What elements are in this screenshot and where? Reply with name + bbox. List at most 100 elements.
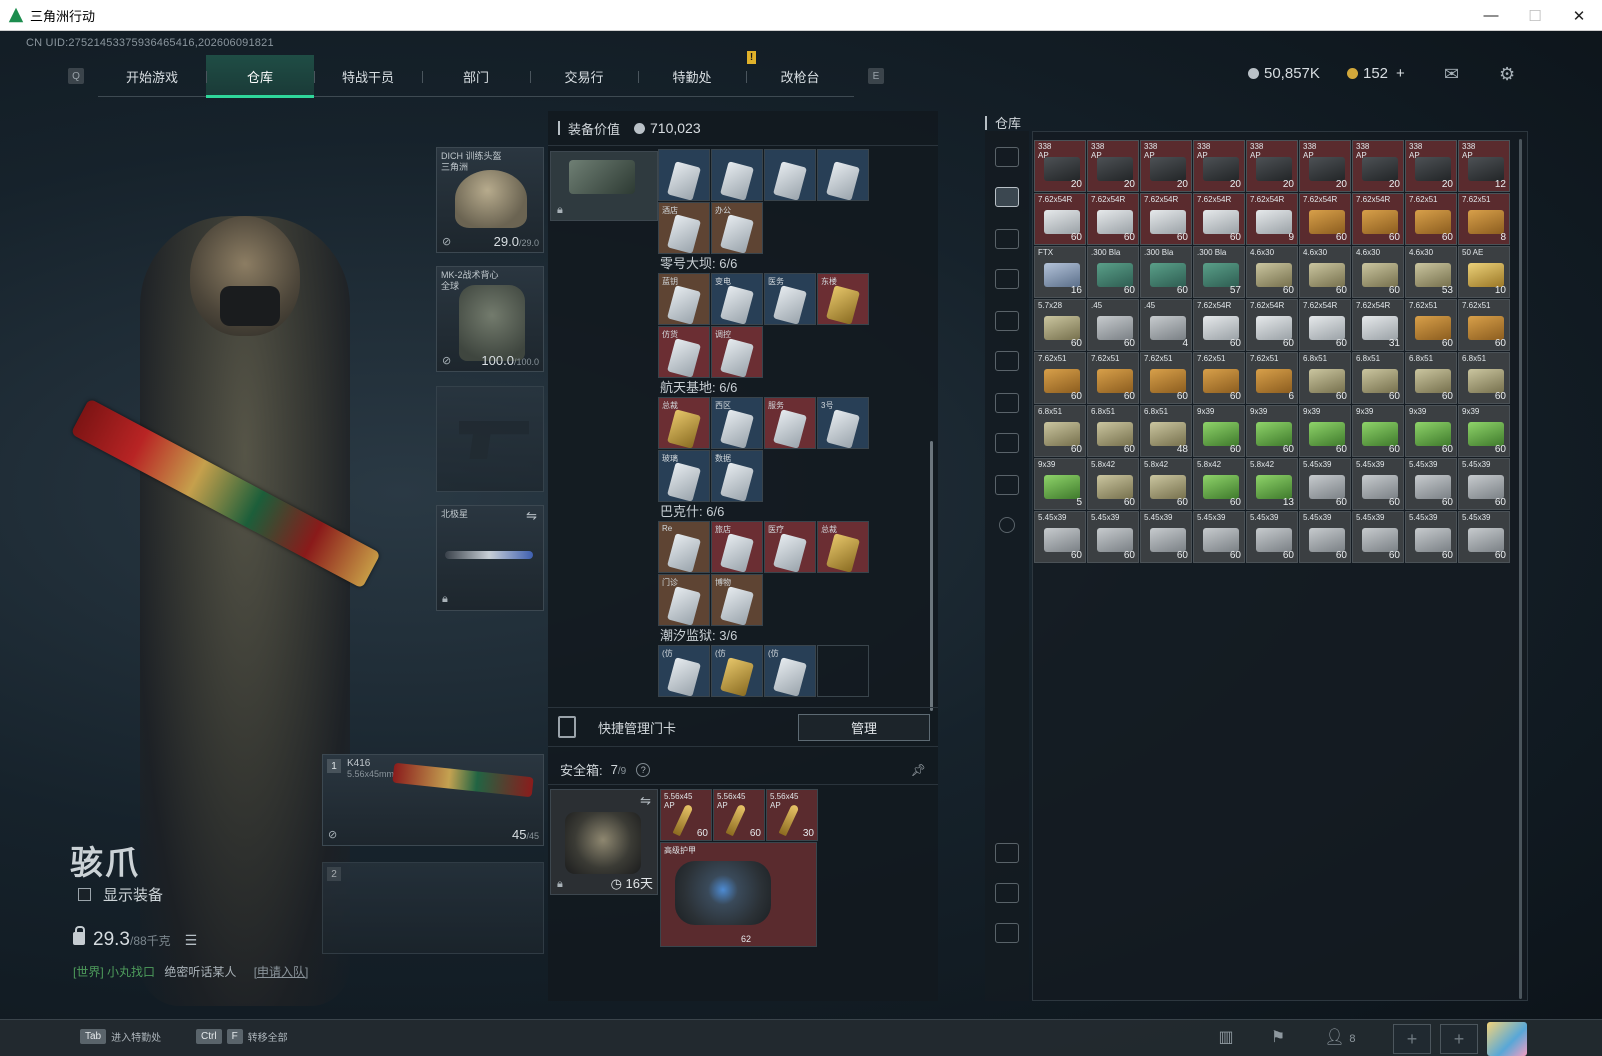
warehouse-item[interactable]: 6.8x51 60 [1405, 352, 1457, 404]
keycard-item[interactable]: 蓝钥 [658, 273, 710, 325]
minimize-button[interactable]: — [1468, 0, 1514, 31]
warehouse-item[interactable]: 6.8x51 60 [1299, 352, 1351, 404]
friends-icon[interactable]: 👤︎ 8 [1318, 1027, 1362, 1049]
tab-operators[interactable]: 特战干员 [314, 55, 422, 97]
layers-icon[interactable] [995, 883, 1019, 903]
warehouse-item[interactable]: 5.45x39 60 [1087, 511, 1139, 563]
warehouse-item[interactable]: 5.45x39 60 [1246, 511, 1298, 563]
warehouse-item[interactable]: 6.8x51 48 [1140, 405, 1192, 457]
warehouse-item[interactable]: 7.62x54R 31 [1352, 299, 1404, 351]
warehouse-item[interactable]: 9x39 60 [1193, 405, 1245, 457]
warehouse-item[interactable]: 7.62x51 60 [1140, 352, 1192, 404]
warehouse-item[interactable]: 5.45x39 60 [1034, 511, 1086, 563]
warehouse-item[interactable]: 4.6x30 60 [1299, 246, 1351, 298]
swap-icon[interactable]: ⇋ [640, 793, 651, 809]
mail-icon[interactable]: ✉ [1444, 64, 1459, 85]
keycard-item[interactable]: 3号 [817, 397, 869, 449]
keycard-item[interactable]: 西区 [711, 397, 763, 449]
keycard-item[interactable] [764, 149, 816, 201]
stats-chart-icon[interactable]: ▥ [1214, 1027, 1238, 1049]
category-iv-icon[interactable] [995, 269, 1019, 289]
warehouse-item[interactable]: 7.62x54R 60 [1299, 299, 1351, 351]
keycard-item[interactable]: (仿 [711, 645, 763, 697]
warehouse-item[interactable]: 5.8x42 60 [1087, 458, 1139, 510]
warehouse-item[interactable]: 5.45x39 60 [1140, 511, 1192, 563]
warehouse-item[interactable]: 5.7x28 60 [1034, 299, 1086, 351]
warehouse-item[interactable]: 50 AE 10 [1458, 246, 1510, 298]
tab-department[interactable]: 部门 [422, 55, 530, 97]
sort-icon[interactable] [995, 843, 1019, 863]
category-iv-icon[interactable] [995, 351, 1019, 371]
player-avatar[interactable] [1487, 1022, 1527, 1056]
swap-icon[interactable]: ⇋ [526, 508, 537, 524]
warehouse-item[interactable]: 5.45x39 60 [1352, 458, 1404, 510]
warehouse-item[interactable]: 338 AP 20 [1246, 140, 1298, 192]
keycard-item[interactable]: 总裁 [817, 521, 869, 573]
warehouse-item[interactable]: 5.8x42 60 [1140, 458, 1192, 510]
warehouse-item[interactable]: 7.62x54R 9 [1246, 193, 1298, 245]
warehouse-item[interactable]: 6.8x51 60 [1034, 405, 1086, 457]
keycard-item[interactable]: 东楼 [817, 273, 869, 325]
warehouse-item[interactable]: 9x39 60 [1458, 405, 1510, 457]
safebox-slot[interactable]: ⇋ 🔒︎ ◷ 16天 [550, 789, 658, 895]
keycard-item[interactable]: 服务 [764, 397, 816, 449]
keycard-item[interactable] [658, 149, 710, 201]
keycard-item[interactable]: (仿 [658, 645, 710, 697]
keycard-item[interactable]: 数据 [711, 450, 763, 502]
help-icon[interactable]: ? [636, 762, 651, 777]
warehouse-item[interactable]: 5.45x39 60 [1352, 511, 1404, 563]
armor-item[interactable]: 高级护甲 62 [660, 842, 817, 947]
keycard-item[interactable]: 酒店 [658, 202, 710, 254]
warehouse-item[interactable]: .45 4 [1140, 299, 1192, 351]
add-gold-button[interactable]: + [1396, 65, 1405, 82]
keycard-scrollbar[interactable] [930, 441, 933, 711]
category-iv-icon[interactable] [995, 229, 1019, 249]
warehouse-item[interactable]: 7.62x51 60 [1034, 352, 1086, 404]
warehouse-item[interactable]: 7.62x54R 60 [1087, 193, 1139, 245]
warehouse-item[interactable]: 9x39 5 [1034, 458, 1086, 510]
ammo-item[interactable]: 5.56x45 AP 30 [766, 789, 818, 841]
keycard-item[interactable]: 变电 [711, 273, 763, 325]
warehouse-item[interactable]: 7.62x54R 60 [1352, 193, 1404, 245]
keycard-item[interactable] [817, 149, 869, 201]
keycard-item[interactable]: 医疗 [764, 521, 816, 573]
keycard-item[interactable]: (仿 [764, 645, 816, 697]
warehouse-item[interactable]: 7.62x54R 60 [1140, 193, 1192, 245]
keycard-case[interactable]: 🔒︎ [550, 151, 658, 221]
warehouse-item[interactable]: 7.62x51 60 [1458, 299, 1510, 351]
maximize-button[interactable]: ☐ [1512, 0, 1558, 31]
category-v-icon[interactable] [995, 311, 1019, 331]
warehouse-item[interactable]: 338 AP 12 [1458, 140, 1510, 192]
warehouse-item[interactable]: 4.6x30 60 [1352, 246, 1404, 298]
warehouse-item[interactable]: 9x39 60 [1246, 405, 1298, 457]
warehouse-item[interactable]: 6.8x51 60 [1352, 352, 1404, 404]
warehouse-item[interactable]: 7.62x54R 60 [1034, 193, 1086, 245]
manage-button[interactable]: 管理 [798, 714, 930, 741]
keycard-item[interactable]: 调控 [711, 326, 763, 378]
warehouse-item[interactable]: 338 AP 20 [1193, 140, 1245, 192]
warehouse-item[interactable]: 9x39 60 [1352, 405, 1404, 457]
warehouse-item[interactable]: 5.8x42 60 [1193, 458, 1245, 510]
keycard-item[interactable]: Re [658, 521, 710, 573]
warehouse-item[interactable]: 7.62x51 6 [1246, 352, 1298, 404]
keycard-item[interactable]: 总裁 [658, 397, 710, 449]
keycard-item[interactable]: 门诊 [658, 574, 710, 626]
keycard-item[interactable]: 博物 [711, 574, 763, 626]
transfer-icon[interactable] [995, 923, 1019, 943]
add-teammate-button[interactable]: + [1393, 1024, 1431, 1054]
show-equipment-checkbox[interactable] [78, 888, 91, 901]
settings-gear-icon[interactable]: ⚙ [1499, 64, 1515, 85]
warehouse-scrollbar[interactable] [1519, 139, 1522, 999]
pin-icon[interactable]: 📌︎ [911, 763, 926, 777]
close-button[interactable]: ✕ [1556, 0, 1602, 31]
warehouse-item[interactable]: 6.8x51 60 [1458, 352, 1510, 404]
warehouse-item[interactable]: 5.45x39 60 [1405, 511, 1457, 563]
ammo-item[interactable]: 5.56x45 AP 60 [660, 789, 712, 841]
warehouse-item[interactable]: 7.62x51 60 [1405, 299, 1457, 351]
warehouse-item[interactable]: 338 AP 20 [1087, 140, 1139, 192]
keycard-item[interactable]: 仿货 [658, 326, 710, 378]
keycard-item[interactable]: 玻璃 [658, 450, 710, 502]
tab-warehouse[interactable]: 仓库 [206, 55, 314, 98]
warehouse-item[interactable]: 7.62x51 60 [1087, 352, 1139, 404]
warehouse-item[interactable]: .300 Bla 57 [1193, 246, 1245, 298]
